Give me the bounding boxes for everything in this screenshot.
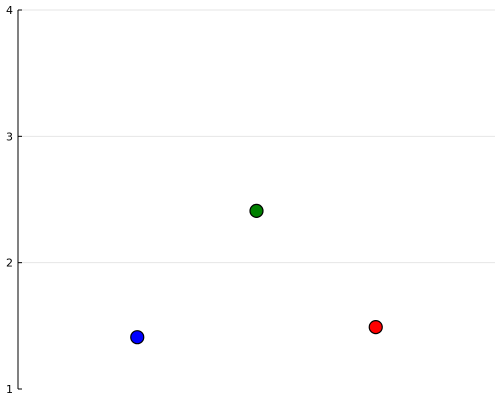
point-layer	[130, 203, 383, 345]
y-tick-label: 3	[6, 130, 13, 143]
scatter-point	[368, 319, 383, 335]
grid-layer	[18, 9, 495, 264]
y-tick-label: 4	[6, 4, 13, 17]
scatter-chart: 1 2 3 4	[6, 4, 495, 396]
chart-container: 1 2 3 4	[0, 0, 500, 400]
y-tick-label: 1	[6, 383, 13, 396]
tick-layer: 1 2 3 4	[6, 4, 22, 396]
scatter-point	[130, 330, 145, 345]
y-tick-label: 2	[6, 257, 13, 270]
scatter-point	[249, 203, 264, 218]
